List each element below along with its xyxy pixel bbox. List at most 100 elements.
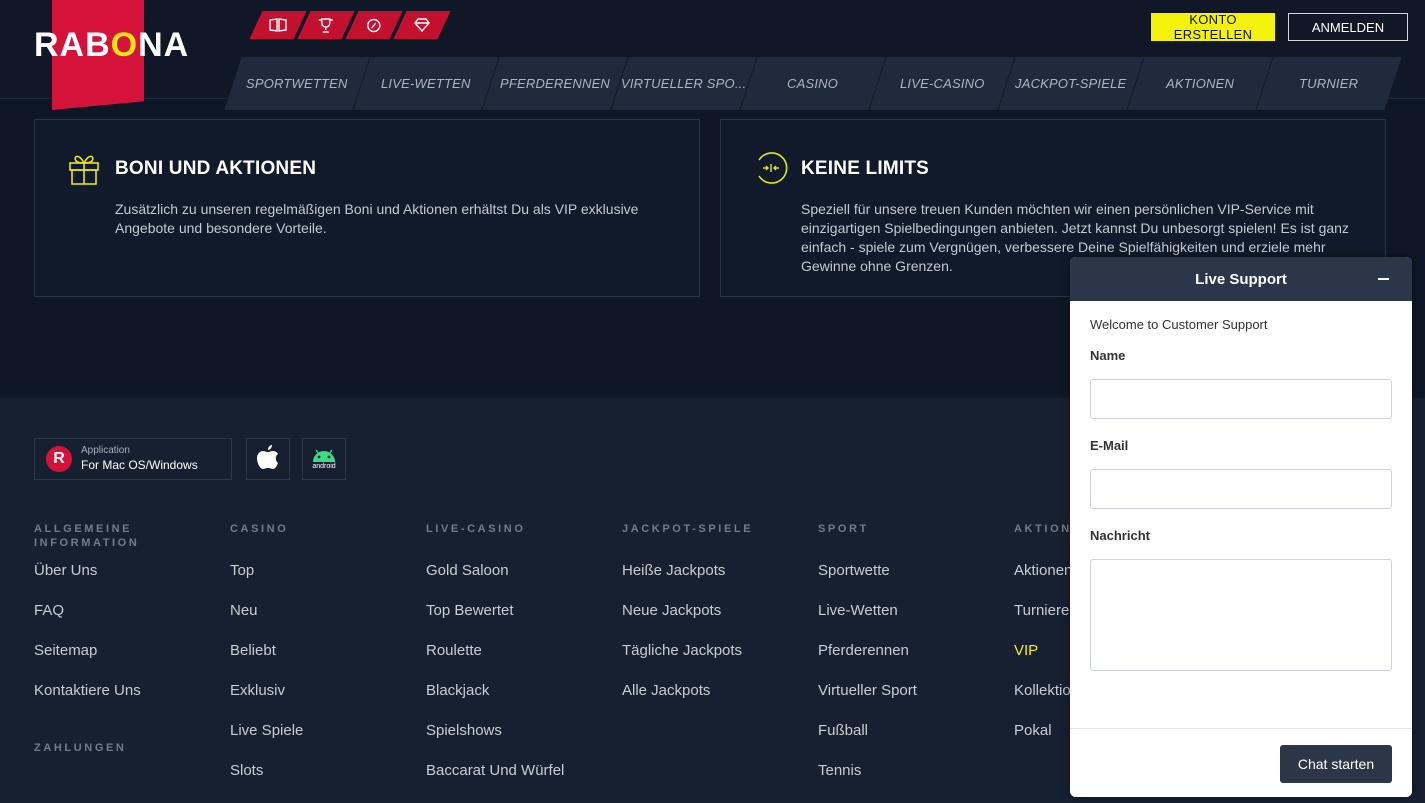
main-nav: SPORTWETTEN LIVE-WETTEN PFERDERENNEN VIR… xyxy=(224,57,1402,110)
footer-link[interactable]: Top Bewertet xyxy=(426,602,514,619)
footer-link[interactable]: Alle Jackpots xyxy=(622,682,710,699)
footer-link[interactable]: Blackjack xyxy=(426,682,489,699)
nav-item-pferderennen[interactable]: PFERDERENNEN xyxy=(482,57,628,110)
footer-link[interactable]: Virtueller Sport xyxy=(818,682,917,699)
footer-col-live-casino: LIVE-CASINO Gold Saloon Top Bewertet Rou… xyxy=(426,522,616,779)
support-footer: Chat starten xyxy=(1070,728,1412,797)
message-label: Nachricht xyxy=(1090,528,1150,543)
footer-link-active[interactable]: VIP xyxy=(1014,642,1038,659)
footer-link[interactable]: Turniere xyxy=(1014,602,1069,619)
name-input[interactable] xyxy=(1090,379,1392,419)
col-heading: CASINO xyxy=(230,523,289,535)
site-header: RABONA KONTO ERSTELLEN ANMELDEN SPORTWET… xyxy=(0,0,1425,110)
android-label: android xyxy=(312,462,336,470)
app-platforms: For Mac OS/Windows xyxy=(81,458,198,472)
footer-link[interactable]: Gold Saloon xyxy=(426,562,509,579)
trophy-icon xyxy=(318,17,334,33)
footer-link[interactable]: Live Spiele xyxy=(230,722,303,739)
support-welcome: Welcome to Customer Support xyxy=(1090,317,1268,332)
footer-link[interactable]: Baccarat Und Würfel xyxy=(426,762,564,779)
start-chat-button[interactable]: Chat starten xyxy=(1280,745,1392,783)
footer-link[interactable]: FAQ xyxy=(34,602,64,619)
support-title: Live Support xyxy=(1195,270,1287,288)
col-heading: ALLGEMEINE INFORMATION xyxy=(34,523,140,549)
footer-link[interactable]: Sportwette xyxy=(818,562,890,579)
gift-icon xyxy=(67,150,101,186)
footer-link[interactable]: Tägliche Jackpots xyxy=(622,642,742,659)
feature-card-bonuses: BONI UND AKTIONEN Zusätzlich zu unseren … xyxy=(34,119,700,297)
rabona-app-icon: R xyxy=(46,446,72,472)
nav-item-aktionen[interactable]: AKTIONEN xyxy=(1127,57,1273,110)
footer-link[interactable]: Roulette xyxy=(426,642,482,659)
no-limits-icon xyxy=(753,150,788,186)
apple-app-download[interactable] xyxy=(246,438,290,480)
email-label: E-Mail xyxy=(1090,438,1129,453)
logo-text-end: NA xyxy=(138,26,190,64)
footer-col-general: ALLGEMEINE INFORMATION Über Uns FAQ Seit… xyxy=(34,522,224,699)
footer-link[interactable]: Neu xyxy=(230,602,258,619)
footer-link[interactable]: Neue Jackpots xyxy=(622,602,721,619)
app-caption: Application xyxy=(81,445,130,456)
footer-link[interactable]: Aktionen xyxy=(1014,562,1072,579)
support-header: Live Support xyxy=(1070,257,1412,301)
card-body: Zusätzlich zu unseren regelmäßigen Boni … xyxy=(115,201,639,236)
nav-label: TURNIER xyxy=(1299,76,1359,91)
nav-item-sportwetten[interactable]: SPORTWETTEN xyxy=(224,57,370,110)
nav-label: PFERDERENNEN xyxy=(499,76,611,91)
nav-label: JACKPOT-SPIELE xyxy=(1015,76,1127,91)
tab-diamond[interactable] xyxy=(393,11,451,39)
footer-link[interactable]: Spielshows xyxy=(426,722,502,739)
nav-item-virtueller-sport[interactable]: VIRTUELLER SPO... xyxy=(611,57,757,110)
nav-item-live-wetten[interactable]: LIVE-WETTEN xyxy=(353,57,499,110)
desktop-app-download[interactable]: R Application For Mac OS/Windows xyxy=(34,438,232,480)
footer-link[interactable]: Pferderennen xyxy=(818,642,909,659)
logo[interactable]: RABONA xyxy=(34,26,189,65)
footer-col-sport: SPORT Sportwette Live-Wetten Pferderenne… xyxy=(818,522,1008,779)
footer-link[interactable]: Kontaktiere Uns xyxy=(34,682,141,699)
col-heading: JACKPOT-SPIELE xyxy=(622,523,754,535)
diamond-icon xyxy=(414,18,430,32)
footer-link[interactable]: Pokal xyxy=(1014,722,1052,739)
product-icon-tabs xyxy=(249,11,451,39)
footer-link[interactable]: Fußball xyxy=(818,722,868,739)
nav-label: AKTIONEN xyxy=(1165,76,1235,91)
rocket-icon xyxy=(366,18,382,33)
register-button[interactable]: KONTO ERSTELLEN xyxy=(1151,12,1275,42)
login-button[interactable]: ANMELDEN xyxy=(1288,13,1408,41)
nav-item-live-casino[interactable]: LIVE-CASINO xyxy=(869,57,1015,110)
footer-link[interactable]: Exklusiv xyxy=(230,682,285,699)
nav-item-turnier[interactable]: TURNIER xyxy=(1256,57,1402,110)
android-app-download[interactable]: android xyxy=(302,438,346,480)
nav-item-casino[interactable]: CASINO xyxy=(740,57,886,110)
col-heading: SPORT xyxy=(818,523,869,535)
nav-label: VIRTUELLER SPO... xyxy=(621,76,747,91)
nav-label: LIVE-CASINO xyxy=(899,76,985,91)
payments-heading: ZAHLUNGEN xyxy=(34,742,127,754)
logo-text-o: O xyxy=(110,26,139,64)
footer-link[interactable]: Seitemap xyxy=(34,642,97,659)
nav-item-jackpot-spiele[interactable]: JACKPOT-SPIELE xyxy=(998,57,1144,110)
logo-text-start: RAB xyxy=(34,26,111,64)
footer-col-jackpot: JACKPOT-SPIELE Heiße Jackpots Neue Jackp… xyxy=(622,522,812,699)
email-input[interactable] xyxy=(1090,469,1392,509)
message-textarea[interactable] xyxy=(1090,559,1392,671)
card-title: BONI UND AKTIONEN xyxy=(115,158,317,179)
col-heading: LIVE-CASINO xyxy=(426,523,526,535)
name-label: Name xyxy=(1090,348,1126,363)
nav-label: LIVE-WETTEN xyxy=(381,76,471,91)
footer-link[interactable]: Über Uns xyxy=(34,562,97,579)
footer-col-casino: CASINO Top Neu Beliebt Exklusiv Live Spi… xyxy=(230,522,420,779)
footer-link[interactable]: Kollektio xyxy=(1014,682,1071,699)
book-icon xyxy=(269,18,287,32)
footer-link[interactable]: Beliebt xyxy=(230,642,276,659)
footer-link[interactable]: Slots xyxy=(230,762,263,779)
footer-link[interactable]: Live-Wetten xyxy=(818,602,898,619)
apple-icon xyxy=(257,444,279,475)
live-support-widget: Live Support Welcome to Customer Support… xyxy=(1070,257,1412,797)
card-title: KEINE LIMITS xyxy=(801,158,930,179)
footer-link[interactable]: Heiße Jackpots xyxy=(622,562,725,579)
footer-link[interactable]: Top xyxy=(230,562,254,579)
nav-label: SPORTWETTEN xyxy=(246,76,348,91)
footer-link[interactable]: Tennis xyxy=(818,762,861,779)
minimize-icon[interactable] xyxy=(1378,269,1392,289)
